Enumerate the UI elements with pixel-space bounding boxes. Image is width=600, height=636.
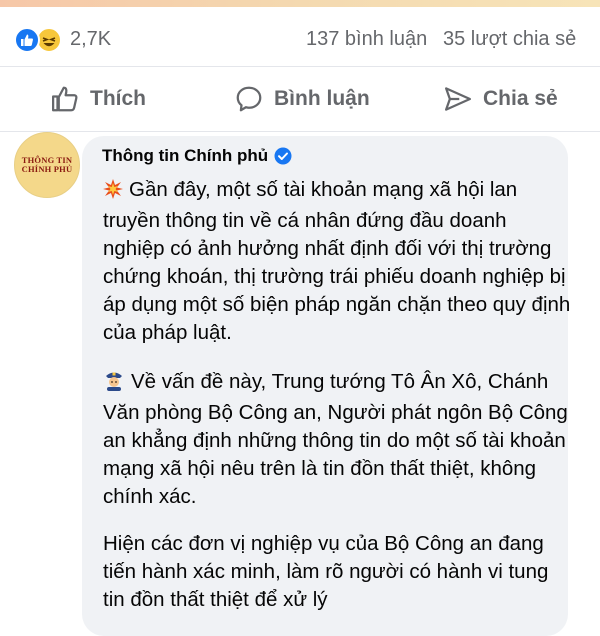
share-button[interactable]: Chia sẻ (443, 67, 558, 131)
avatar-text-line2: CHÍNH PHỦ (21, 164, 73, 174)
share-arrow-icon (445, 87, 471, 111)
like-label: Thích (90, 87, 146, 110)
like-reaction-icon (14, 27, 40, 53)
thumbs-up-icon (52, 86, 78, 112)
comment-paragraph: Hiện các đơn vị nghiệp vụ của Bộ Công an… (103, 530, 573, 614)
shares-count-link[interactable]: 35 lượt chia sẻ (443, 28, 576, 51)
author-avatar[interactable]: THÔNG TIN CHÍNH PHỦ (14, 132, 80, 198)
comment-paragraph-2-text: Về vấn đề này, Trung tướng Tô Ân Xô, Chá… (103, 370, 568, 508)
comment-paragraph-3-text: Hiện các đơn vị nghiệp vụ của Bộ Công an… (103, 532, 549, 611)
police-officer-emoji-icon (103, 369, 125, 399)
comment-button[interactable]: Bình luận (234, 67, 370, 131)
comment-paragraph: Về vấn đề này, Trung tướng Tô Ân Xô, Chá… (103, 368, 573, 511)
collision-emoji-icon (103, 179, 123, 207)
reaction-count[interactable]: 2,7K (70, 28, 111, 51)
comment-author-name[interactable]: Thông tin Chính phủ (102, 146, 268, 166)
comment-paragraph: Gần đây, một số tài khoản mạng xã hội la… (103, 176, 573, 347)
reactions-bar: 2,7K 137 bình luận 35 lượt chia sẻ (0, 20, 600, 60)
top-gradient-strip (0, 0, 600, 7)
comment-author-row: Thông tin Chính phủ (102, 146, 292, 166)
share-label: Chia sẻ (483, 87, 558, 110)
comment-paragraph-1-text: Gần đây, một số tài khoản mạng xã hội la… (103, 178, 571, 344)
verified-badge-icon (274, 147, 292, 165)
like-button[interactable]: Thích (50, 67, 146, 131)
comments-count-link[interactable]: 137 bình luận (306, 28, 427, 51)
comment-label: Bình luận (274, 87, 370, 110)
speech-bubble-icon (236, 86, 262, 112)
post-action-bar: Thích Bình luận Chia sẻ (0, 66, 600, 132)
reaction-icons[interactable] (14, 27, 68, 53)
